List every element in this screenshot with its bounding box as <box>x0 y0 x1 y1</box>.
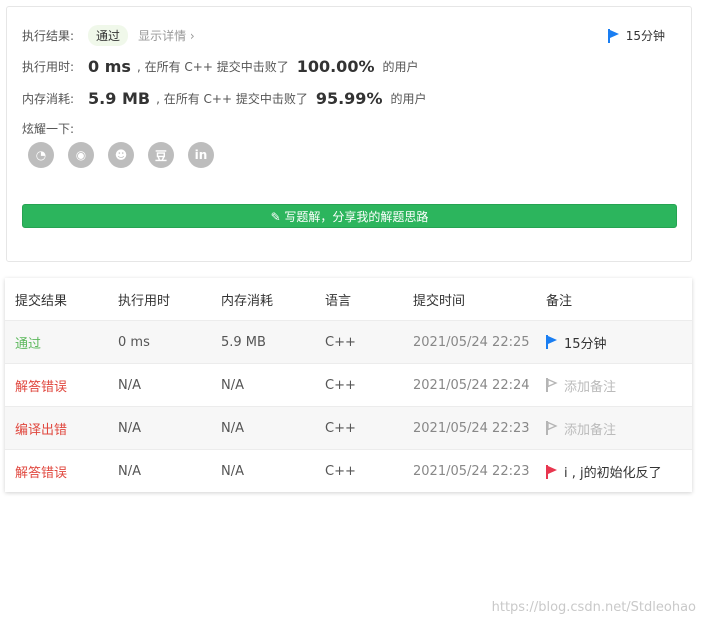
flag-icon <box>546 464 557 479</box>
row-time: 2021/05/24 22:24 <box>413 377 530 393</box>
runtime-users-text: 的用户 <box>382 60 419 74</box>
flag-outline-icon <box>546 378 558 392</box>
note-top[interactable]: 15分钟 <box>607 27 665 44</box>
runtime-beat-text: , 在所有 C++ 提交中击败了 <box>136 60 289 74</box>
memory-users-text: 的用户 <box>390 92 427 106</box>
row-language: C++ <box>325 420 356 436</box>
row-memory: N/A <box>221 464 244 479</box>
row-runtime: N/A <box>118 420 141 436</box>
header-result: 提交结果 <box>15 293 68 309</box>
row-note[interactable]: 添加备注 <box>546 419 616 438</box>
memory-row: 内存消耗: 5.9 MB , 在所有 C++ 提交中击败了 95.99% 的用户 <box>22 89 426 108</box>
row-note[interactable]: i , j的初始化反了 <box>546 462 662 481</box>
share-icons: ◔ ◉ ☻ 豆 in <box>28 142 214 168</box>
qq-icon[interactable]: ☻ <box>108 142 134 168</box>
header-memory: 内存消耗 <box>221 293 274 309</box>
runtime-value: 0 ms <box>88 57 131 76</box>
header-runtime: 执行用时 <box>118 293 171 309</box>
row-note[interactable]: 15分钟 <box>546 333 607 352</box>
row-time: 2021/05/24 22:25 <box>413 334 530 350</box>
note-time: 15分钟 <box>625 29 665 43</box>
row-result[interactable]: 解答错误 <box>15 462 67 481</box>
row-memory: N/A <box>221 377 244 393</box>
status-badge: 通过 <box>88 25 129 46</box>
runtime-percent: 100.00% <box>296 57 375 76</box>
header-time: 提交时间 <box>413 293 466 309</box>
row-time: 2021/05/24 22:23 <box>413 420 530 436</box>
share-label: 炫耀一下: <box>22 122 75 136</box>
row-note[interactable]: 添加备注 <box>546 376 616 395</box>
row-runtime: 0 ms <box>118 334 150 350</box>
row-result[interactable]: 编译出错 <box>15 419 67 438</box>
row-runtime: N/A <box>118 377 141 393</box>
memory-value: 5.9 MB <box>88 89 151 108</box>
table-row: 通过 0 ms 5.9 MB C++ 2021/05/24 22:25 15分钟 <box>5 321 692 364</box>
memory-label: 内存消耗: <box>22 92 75 106</box>
memory-beat-text: , 在所有 C++ 提交中击败了 <box>156 92 308 106</box>
flag-outline-icon <box>546 421 558 435</box>
table-row: 解答错误 N/A N/A C++ 2021/05/24 22:23 i , j的… <box>5 450 692 493</box>
memory-percent: 95.99% <box>315 89 383 108</box>
row-note-text: 15分钟 <box>564 336 607 352</box>
runtime-row: 执行用时: 0 ms , 在所有 C++ 提交中击败了 100.00% 的用户 <box>22 57 419 76</box>
wechat-icon[interactable]: ◔ <box>28 142 54 168</box>
linkedin-icon[interactable]: in <box>188 142 214 168</box>
row-language: C++ <box>325 464 356 479</box>
row-language: C++ <box>325 334 356 350</box>
weibo-icon[interactable]: ◉ <box>68 142 94 168</box>
row-note-text: 添加备注 <box>564 422 617 438</box>
row-note-text: 添加备注 <box>564 379 617 395</box>
share-row: 炫耀一下: <box>22 120 74 137</box>
runtime-label: 执行用时: <box>22 60 75 74</box>
row-note-text: i , j的初始化反了 <box>564 466 662 481</box>
row-result[interactable]: 解答错误 <box>15 376 67 395</box>
flag-icon <box>607 28 619 43</box>
row-memory: 5.9 MB <box>221 334 266 350</box>
result-row: 执行结果: 通过 显示详情 › <box>22 25 195 46</box>
row-memory: N/A <box>221 420 244 436</box>
result-label: 执行结果: <box>22 29 75 43</box>
row-result[interactable]: 通过 <box>15 333 41 352</box>
row-runtime: N/A <box>118 464 141 479</box>
flag-icon <box>546 335 557 349</box>
result-card: 执行结果: 通过 显示详情 › 15分钟 执行用时: 0 ms , 在所有 C+… <box>6 6 692 262</box>
show-details-link[interactable]: 显示详情 › <box>138 27 195 44</box>
header-language: 语言 <box>325 293 352 309</box>
table-row: 解答错误 N/A N/A C++ 2021/05/24 22:24 添加备注 <box>5 364 692 407</box>
row-language: C++ <box>325 377 356 393</box>
douban-icon[interactable]: 豆 <box>148 142 174 168</box>
watermark: https://blog.csdn.net/Stdleohao <box>491 600 696 615</box>
row-time: 2021/05/24 22:23 <box>413 464 530 479</box>
table-header: 提交结果 执行用时 内存消耗 语言 提交时间 备注 <box>5 278 692 321</box>
submissions-table: 提交结果 执行用时 内存消耗 语言 提交时间 备注 通过 0 ms 5.9 MB… <box>5 278 692 492</box>
table-row: 编译出错 N/A N/A C++ 2021/05/24 22:23 添加备注 <box>5 407 692 450</box>
header-note: 备注 <box>546 293 573 309</box>
write-solution-button[interactable]: ✎ 写题解，分享我的解题思路 <box>22 204 677 228</box>
